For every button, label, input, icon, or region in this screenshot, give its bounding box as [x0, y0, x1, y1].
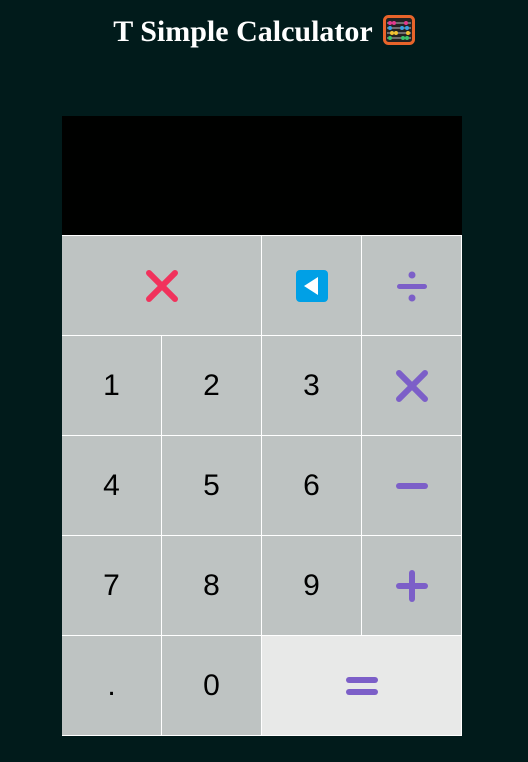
digit-3-button[interactable]: 3 — [262, 335, 362, 436]
digit-6-button[interactable]: 6 — [262, 435, 362, 536]
divide-icon — [396, 271, 427, 301]
subtract-button[interactable] — [362, 435, 462, 536]
digit-1-button[interactable]: 1 — [62, 335, 162, 436]
digit-9-button[interactable]: 9 — [262, 535, 362, 636]
digit-2-button[interactable]: 2 — [162, 335, 262, 436]
multiply-icon — [395, 369, 428, 402]
digit-0-button[interactable]: 0 — [162, 635, 262, 736]
equals-icon — [345, 676, 378, 695]
decimal-point-button[interactable]: . — [62, 635, 162, 736]
multiply-button[interactable] — [362, 335, 462, 436]
backspace-button[interactable] — [262, 235, 362, 336]
backspace-icon — [295, 269, 328, 302]
page-title: T Simple Calculator — [0, 12, 528, 56]
keypad: 1 2 3 4 5 6 7 8 9 . 0 — [62, 235, 462, 736]
digit-4-button[interactable]: 4 — [62, 435, 162, 536]
calculator: 1 2 3 4 5 6 7 8 9 . 0 — [62, 116, 462, 736]
clear-button[interactable] — [62, 235, 262, 336]
calculator-display — [62, 116, 462, 236]
equals-button[interactable] — [262, 635, 462, 736]
add-button[interactable] — [362, 535, 462, 636]
page-title-text: T Simple Calculator — [113, 15, 373, 48]
digit-5-button[interactable]: 5 — [162, 435, 262, 536]
abacus-icon — [382, 15, 415, 56]
plus-icon — [395, 569, 428, 602]
digit-7-button[interactable]: 7 — [62, 535, 162, 636]
divide-button[interactable] — [362, 235, 462, 336]
digit-8-button[interactable]: 8 — [162, 535, 262, 636]
close-icon — [145, 269, 178, 302]
minus-icon — [395, 482, 428, 489]
